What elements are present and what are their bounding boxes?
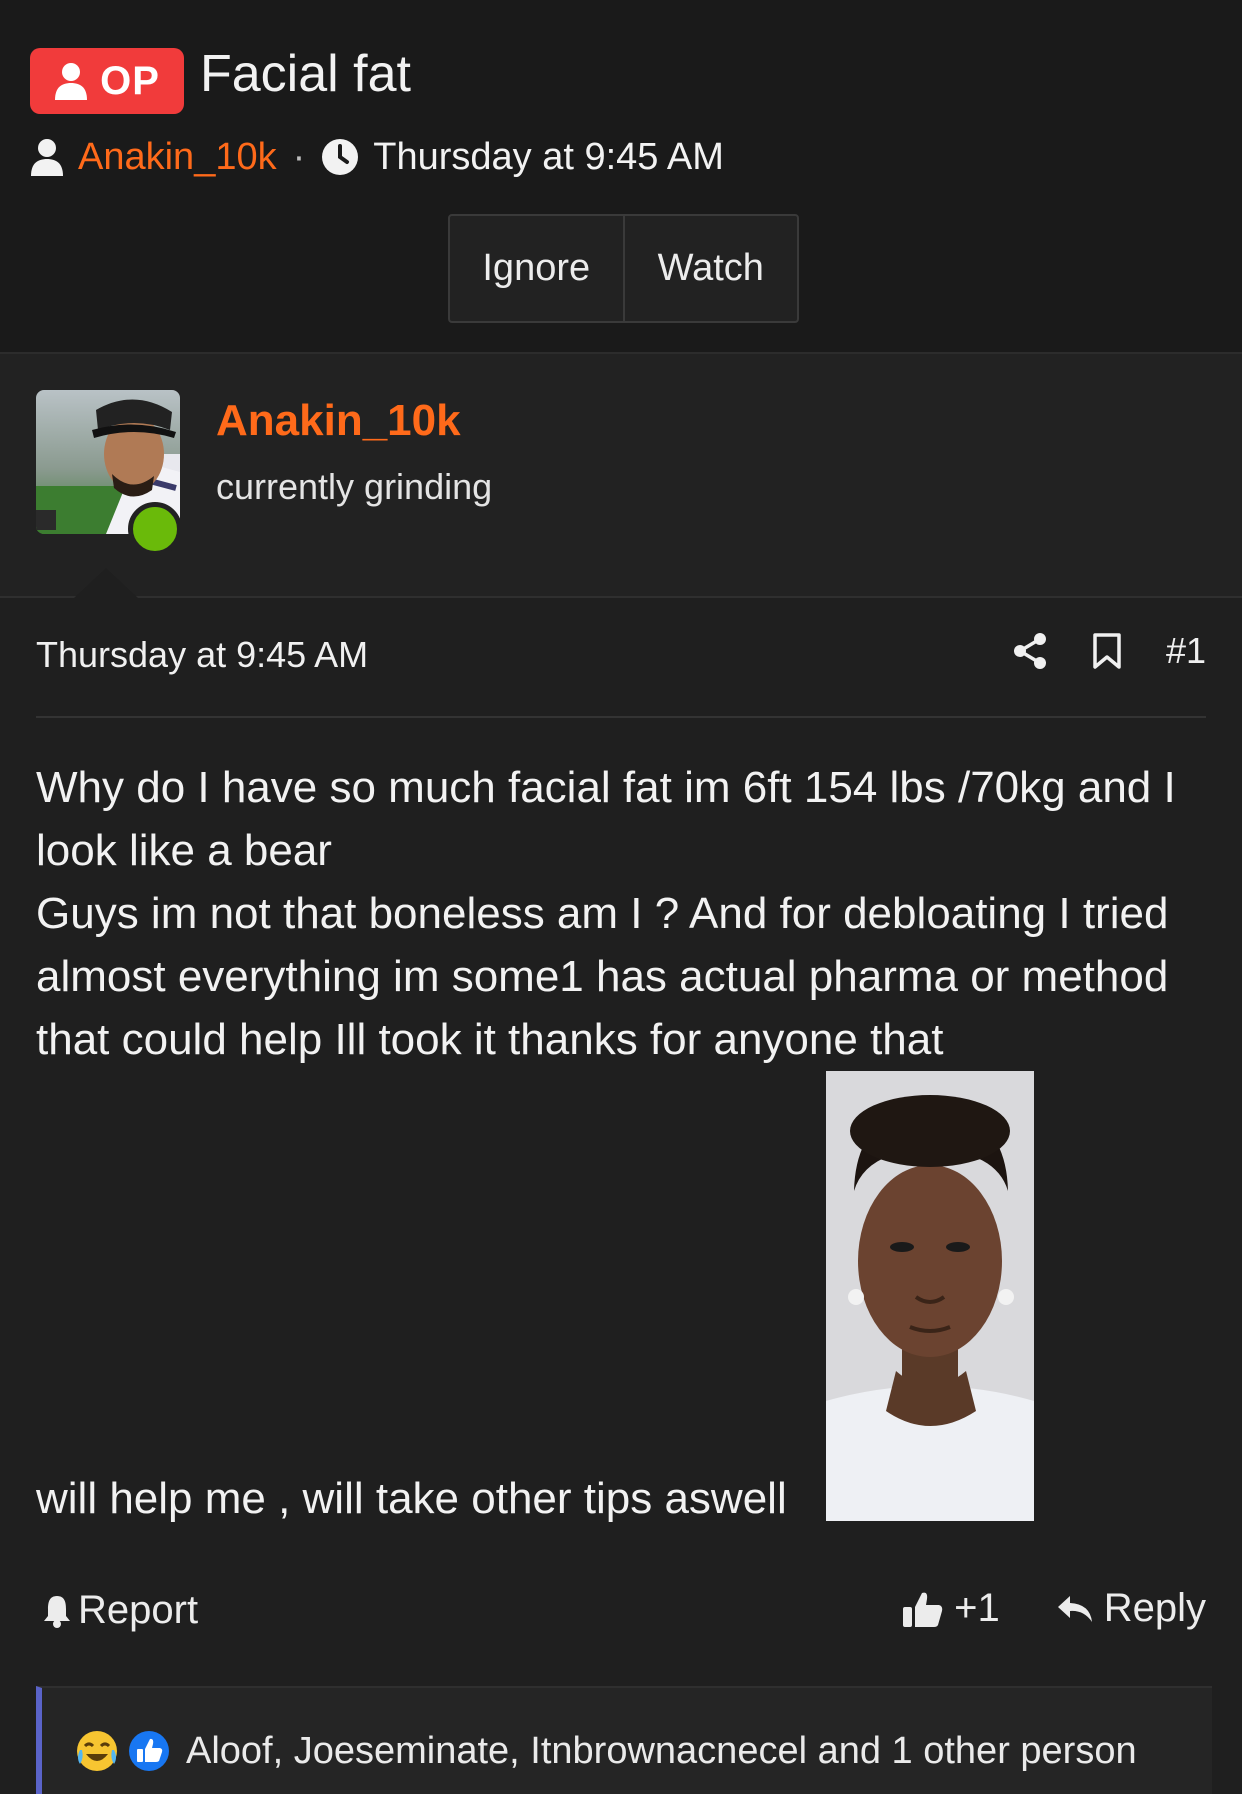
thread-title: Facial fat — [200, 45, 411, 103]
user-icon — [55, 63, 88, 100]
post-paragraph: Why do I have so much facial fat im 6ft … — [36, 763, 1176, 875]
report-button[interactable]: Report — [42, 1588, 198, 1633]
ignore-button[interactable]: Ignore — [450, 216, 623, 321]
watch-button[interactable]: Watch — [622, 216, 798, 321]
post-author-username[interactable]: Anakin_10k — [216, 396, 461, 446]
post-paragraph: Guys im not that boneless am I ? And for… — [36, 889, 1169, 1064]
reply-button[interactable]: Reply — [1056, 1586, 1206, 1631]
thread-meta: Anakin_10k · Thursday at 9:45 AM — [30, 132, 724, 182]
crying-laughing-emoji-icon — [77, 1731, 117, 1771]
op-badge-label: OP — [100, 58, 160, 103]
report-label: Report — [78, 1588, 199, 1632]
reply-label: Reply — [1103, 1586, 1206, 1630]
post-reactions: +1 Reply — [902, 1586, 1206, 1631]
thread-action-buttons: Ignore Watch — [448, 214, 799, 323]
clock-icon — [322, 139, 359, 175]
bell-icon — [44, 1595, 70, 1628]
post-paragraph-end: will help me , will take other tips aswe… — [36, 1474, 787, 1523]
online-status-indicator — [128, 502, 182, 556]
user-icon — [31, 139, 63, 176]
thumbs-up-icon — [903, 1592, 943, 1627]
like-button[interactable]: +1 — [902, 1586, 1000, 1631]
like-count: +1 — [954, 1586, 1000, 1630]
reactions-bar[interactable]: Aloof, Joeseminate, Itnbrownacnecel and … — [36, 1686, 1212, 1794]
meta-separator: · — [292, 135, 306, 178]
post-timestamp[interactable]: Thursday at 9:45 AM — [36, 634, 368, 676]
thread-author-link[interactable]: Anakin_10k — [78, 136, 277, 179]
thread-time-link[interactable]: Thursday at 9:45 AM — [373, 136, 724, 179]
post-actions: #1 — [1012, 630, 1206, 672]
op-badge: OP — [30, 48, 184, 114]
thumbs-up-like-icon — [129, 1731, 169, 1771]
share-icon[interactable] — [1012, 632, 1048, 670]
post-number-link[interactable]: #1 — [1166, 630, 1206, 672]
post-body: Why do I have so much facial fat im 6ft … — [36, 756, 1216, 1071]
author-pointer-arrow — [74, 568, 138, 598]
reactions-text: Aloof, Joeseminate, Itnbrownacnecel and … — [186, 1729, 1137, 1772]
post-author-title: currently grinding — [216, 466, 493, 507]
post-author-block — [0, 354, 1242, 598]
reply-icon — [1057, 1595, 1092, 1622]
bookmark-icon[interactable] — [1092, 632, 1122, 670]
post-attached-photo[interactable] — [826, 1071, 1034, 1521]
divider — [36, 716, 1206, 718]
